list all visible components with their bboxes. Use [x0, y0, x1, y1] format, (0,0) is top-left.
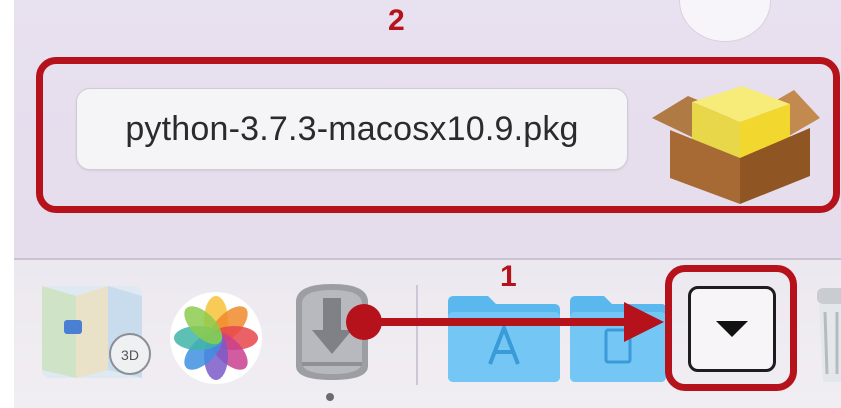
svg-text:3D: 3D: [121, 347, 139, 363]
photos-icon[interactable]: [166, 288, 266, 388]
running-indicator-dot: [326, 393, 334, 401]
window-corner: [679, 0, 771, 42]
stack-expand-button[interactable]: [688, 286, 776, 372]
filename-text: python-3.7.3-macosx10.9.pkg: [125, 109, 579, 148]
screenshot-stage: 2 python-3.7.3-macosx10.9.pkg 3D 1: [14, 0, 841, 408]
chevron-down-icon: [716, 321, 748, 337]
trash-icon[interactable]: [809, 278, 841, 388]
maps-icon[interactable]: 3D: [34, 280, 160, 390]
annotation-label-1: 1: [500, 260, 517, 293]
annotation-arrow: [346, 302, 664, 342]
annotation-label-2: 2: [388, 4, 405, 37]
stack-filename-label[interactable]: python-3.7.3-macosx10.9.pkg: [76, 88, 628, 170]
package-box-icon[interactable]: [644, 78, 824, 204]
